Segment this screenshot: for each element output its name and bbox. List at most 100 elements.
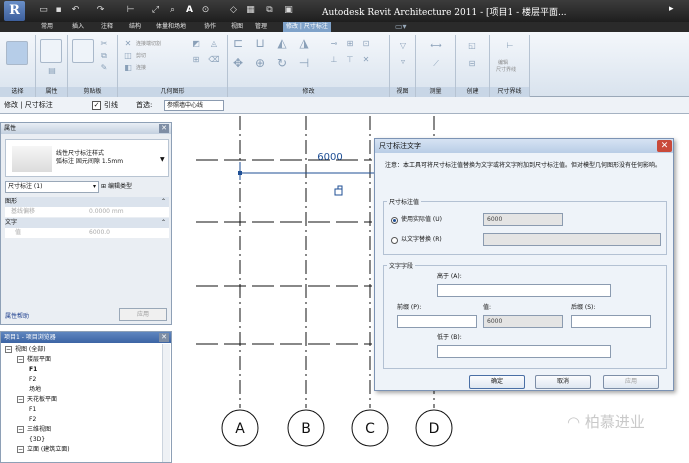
apply-button[interactable]: 应用 xyxy=(603,375,659,389)
paint-icon[interactable]: ◬ xyxy=(208,39,220,48)
hide-icon[interactable]: ▿ xyxy=(397,57,409,66)
mirror-axis-icon[interactable]: ◭ xyxy=(276,37,288,49)
tree-toggle-icon[interactable]: − xyxy=(17,356,24,363)
tree-item[interactable]: − 天花板平面 xyxy=(17,396,57,404)
tree-toggle-icon[interactable]: − xyxy=(17,396,24,403)
above-field[interactable] xyxy=(437,284,611,297)
instance-filter-select[interactable]: 尺寸标注 (1) ▾ xyxy=(5,181,99,193)
close-hidden-icon[interactable]: ⧉ xyxy=(264,5,275,16)
tab-collaborate[interactable]: 协作 xyxy=(204,22,216,32)
demolish-icon[interactable]: ⌫ xyxy=(208,55,220,64)
type-dropdown-icon[interactable]: ▼ xyxy=(160,156,165,163)
match-icon[interactable]: ✎ xyxy=(98,63,110,72)
tree-item[interactable]: − 立面 (建筑立面) xyxy=(17,446,70,454)
replace-text-field[interactable] xyxy=(483,233,661,246)
thin-lines-icon[interactable]: ▦ xyxy=(245,5,256,16)
copy-modify-icon[interactable]: ⊕ xyxy=(254,57,266,69)
join-icon[interactable]: ◧ xyxy=(122,63,134,72)
rotate-icon[interactable]: ↻ xyxy=(276,57,288,69)
tab-insert[interactable]: 插入 xyxy=(72,22,84,32)
cut-icon[interactable]: ✂ xyxy=(98,39,110,48)
section-icon[interactable]: ◇ xyxy=(228,5,239,16)
tab-massing-site[interactable]: 体量和场地 xyxy=(156,22,186,32)
tree-item[interactable]: F2 xyxy=(29,416,36,424)
prefer-select[interactable]: 参照墙中心线 xyxy=(164,100,224,111)
open-icon[interactable]: ▭ xyxy=(38,5,49,16)
tree-item[interactable]: F1 xyxy=(29,406,36,414)
trim-icon[interactable]: ⊣ xyxy=(298,57,310,69)
measure-distance-icon[interactable]: ⟷ xyxy=(424,41,448,50)
aligned-dimension-icon[interactable]: ⟋ xyxy=(424,59,448,68)
override-graphics-icon[interactable]: ▽ xyxy=(397,41,409,50)
tab-manage[interactable]: 管理 xyxy=(255,22,267,32)
section-text[interactable]: 文字 ⌃ xyxy=(5,218,169,228)
cope-icon[interactable]: ✕ xyxy=(122,39,134,48)
3d-view-icon[interactable]: ⊙ xyxy=(200,5,211,16)
properties-close-icon[interactable]: ✕ xyxy=(159,124,169,133)
type-selector[interactable]: 线性尺寸标注样式 弧标注 固元间隙 1.5mm ▼ xyxy=(5,139,169,177)
tree-item[interactable]: F2 xyxy=(29,376,36,384)
switch-windows-icon[interactable]: ▣ xyxy=(283,5,294,16)
delete-icon[interactable]: ✕ xyxy=(360,55,372,64)
type-properties-icon[interactable]: ▤ xyxy=(46,66,58,75)
revit-logo-icon[interactable]: R xyxy=(4,1,25,21)
tab-home[interactable]: 常用 xyxy=(41,22,53,32)
dimension-value-text[interactable]: 6000 xyxy=(317,152,342,163)
offset-icon[interactable]: ⊔ xyxy=(254,37,266,49)
redo-icon[interactable]: ↷ xyxy=(95,5,106,16)
align-icon[interactable]: ⊏ xyxy=(232,37,244,49)
properties-help-link[interactable]: 属性帮助 xyxy=(5,311,29,320)
dialog-close-icon[interactable]: ✕ xyxy=(657,140,672,152)
use-actual-value-radio[interactable] xyxy=(391,217,398,224)
dimension-grip-left[interactable] xyxy=(238,171,242,175)
tree-item[interactable]: F1 xyxy=(29,366,37,374)
edit-type-button[interactable]: ⊞ 编辑类型 xyxy=(101,181,132,193)
tab-view[interactable]: 视图 xyxy=(231,22,243,32)
browser-close-icon[interactable]: ✕ xyxy=(159,333,169,342)
prefix-field[interactable] xyxy=(397,315,477,328)
ok-button[interactable]: 确定 xyxy=(469,375,525,389)
mirror-line-icon[interactable]: ◮ xyxy=(298,37,310,49)
paste-icon[interactable] xyxy=(72,39,94,63)
properties-icon[interactable] xyxy=(40,39,62,63)
below-field[interactable] xyxy=(437,345,611,358)
cancel-button[interactable]: 取消 xyxy=(535,375,591,389)
browser-scrollbar[interactable] xyxy=(162,344,170,462)
tree-item[interactable]: {3D} xyxy=(29,436,45,444)
tree-item[interactable]: 场地 xyxy=(29,386,41,394)
cut-geometry-icon[interactable]: ◫ xyxy=(122,51,134,60)
wall-joins-icon[interactable]: ⊞ xyxy=(190,55,202,64)
properties-apply-button[interactable]: 应用 xyxy=(119,308,167,321)
tab-structure[interactable]: 结构 xyxy=(129,22,141,32)
tab-annotate[interactable]: 注释 xyxy=(101,22,113,32)
tree-toggle-icon[interactable]: − xyxy=(17,446,24,453)
dimension-icon[interactable]: ⤢ xyxy=(150,5,161,16)
move-icon[interactable]: ✥ xyxy=(232,57,244,69)
modify-select-icon[interactable] xyxy=(6,41,28,65)
split-icon[interactable]: ⊸ xyxy=(328,39,340,48)
undo-icon[interactable]: ↶ xyxy=(70,5,81,16)
pin-icon[interactable]: ⊥ xyxy=(328,55,340,64)
ribbon-toggle-icon[interactable]: ▭▾ xyxy=(395,22,407,32)
section-graphics[interactable]: 图形 ⌃ xyxy=(5,197,169,207)
tree-item[interactable]: − 三维视图 xyxy=(17,426,51,434)
text-icon[interactable]: A xyxy=(184,5,195,16)
tab-modify-dimension[interactable]: 修改 | 尺寸标注 xyxy=(283,22,331,32)
create-similar-icon[interactable]: ◱ xyxy=(466,41,478,50)
copy-icon[interactable]: ⧉ xyxy=(98,51,110,60)
tree-toggle-icon[interactable]: − xyxy=(17,426,24,433)
tree-item[interactable]: − 视图 (全部) xyxy=(5,346,46,354)
edit-witness-lines-icon[interactable]: ⊢ xyxy=(504,41,516,50)
scale-icon[interactable]: ⊡ xyxy=(360,39,372,48)
lock-icon[interactable] xyxy=(334,185,343,196)
tree-toggle-icon[interactable]: − xyxy=(5,346,12,353)
create-group-icon[interactable]: ⊟ xyxy=(466,59,478,68)
save-icon[interactable]: ▪ xyxy=(53,5,64,16)
unpin-icon[interactable]: ⊤ xyxy=(344,55,356,64)
replace-with-text-radio[interactable] xyxy=(391,237,398,244)
measure-icon[interactable]: ⊢ xyxy=(125,5,136,16)
leader-checkbox[interactable]: ✓ xyxy=(92,101,101,110)
tree-item[interactable]: − 楼层平面 xyxy=(17,356,51,364)
array-icon[interactable]: ⊞ xyxy=(344,39,356,48)
title-menu-icon[interactable]: ▸ xyxy=(669,4,674,14)
